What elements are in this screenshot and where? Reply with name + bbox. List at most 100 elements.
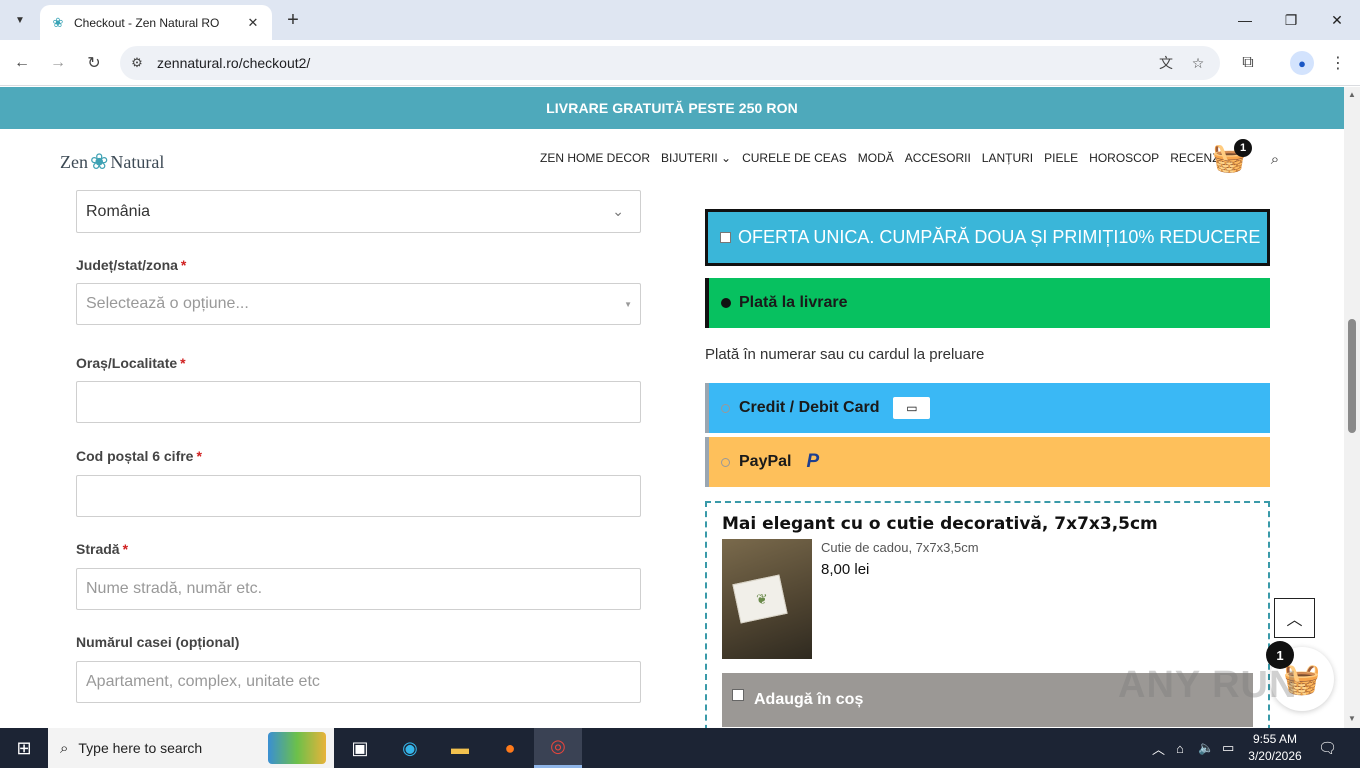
payment-option-paypal[interactable]: PayPal P: [705, 437, 1270, 487]
site-logo[interactable]: Zen ❀ Natural: [60, 147, 164, 177]
payment-option-cod[interactable]: Plată la livrare: [705, 278, 1270, 328]
restore-icon[interactable]: ❐: [1278, 8, 1304, 32]
city-label: Oraș/Localitate *: [76, 355, 186, 371]
street-label: Stradă *: [76, 541, 128, 557]
browser-toolbar: ← → ↻ ⚙ zennatural.ro/checkout2/ 文 ☆ ⧉ ●…: [0, 40, 1360, 86]
translate-icon[interactable]: 文: [1156, 54, 1176, 72]
back-arrow-icon[interactable]: ←: [10, 51, 34, 75]
browser-menu-icon[interactable]: ⋮: [1326, 51, 1350, 75]
edge-icon[interactable]: ◉: [386, 728, 434, 768]
menu-item-horoscop[interactable]: HOROSCOP: [1089, 151, 1159, 165]
logo-text-left: Zen: [60, 151, 88, 172]
menu-item-curele-de-ceas[interactable]: CURELE DE CEAS: [742, 151, 847, 165]
zip-label-text: Cod poștal 6 cifre: [76, 448, 194, 464]
county-label: Județ/stat/zona *: [76, 257, 186, 273]
dropdown-arrow-icon: ▼: [624, 300, 632, 309]
volume-icon[interactable]: 🔈: [1198, 728, 1214, 768]
logo-text-right: Natural: [110, 151, 165, 172]
cod-label: Plată la livrare: [739, 294, 848, 311]
country-select[interactable]: România ⌄: [76, 190, 641, 233]
add-to-cart-label: Adaugă în coș: [754, 691, 864, 708]
tab-search-chevron-icon[interactable]: ▼: [8, 8, 32, 32]
menu-item-moda[interactable]: MODĂ: [858, 151, 894, 165]
browser-tab[interactable]: ❀ Checkout - Zen Natural RO ✕: [40, 5, 272, 40]
menu-item-zen-home-decor[interactable]: ZEN HOME DECOR: [540, 151, 650, 165]
new-tab-button[interactable]: +: [282, 9, 304, 31]
cod-description: Plată în numerar sau cu cardul la prelua…: [705, 346, 985, 363]
site-info-icon[interactable]: ⚙: [128, 54, 146, 72]
search-highlight-image: [268, 732, 326, 764]
radio-selected[interactable]: [721, 298, 731, 308]
credit-card-icon: ▭: [893, 397, 931, 419]
show-hidden-icons-chevron-icon[interactable]: ︿: [1152, 728, 1165, 768]
offer-text: OFERTA UNICA. CUMPĂRĂ DOUA ȘI PRIMIȚI10%…: [738, 227, 1261, 247]
chevron-down-icon: ⌄: [612, 203, 624, 219]
minimize-icon[interactable]: —: [1232, 8, 1258, 32]
forward-arrow-icon[interactable]: →: [46, 51, 70, 75]
street-label-text: Stradă: [76, 541, 120, 557]
zip-input[interactable]: [76, 475, 641, 517]
announcement-bar: LIVRARE GRATUITĂ PESTE 250 RON: [0, 87, 1344, 129]
main-menu: ZEN HOME DECOR BIJUTERII ⌄ CURELE DE CEA…: [540, 151, 1252, 165]
menu-item-bijuterii[interactable]: BIJUTERII ⌄: [661, 151, 731, 165]
scroll-up-icon[interactable]: ▲: [1348, 90, 1356, 99]
extensions-icon[interactable]: ⧉: [1236, 51, 1260, 75]
search-icon[interactable]: ⌕: [1266, 150, 1284, 168]
reload-icon[interactable]: ↻: [82, 51, 106, 75]
address-bar[interactable]: ⚙ zennatural.ro/checkout2/ 文 ☆: [120, 46, 1220, 80]
menu-item-lanturi[interactable]: LANȚURI: [982, 151, 1033, 165]
browser-tab-bar: ▼ ❀ Checkout - Zen Natural RO ✕ + — ❐ ✕: [0, 0, 1360, 40]
web-page: LIVRARE GRATUITĂ PESTE 250 RON Zen ❀ Nat…: [0, 87, 1344, 728]
required-mark: *: [196, 448, 202, 464]
required-mark: *: [180, 257, 187, 273]
menu-item-piele[interactable]: PIELE: [1044, 151, 1078, 165]
house-input[interactable]: Apartament, complex, unitate etc: [76, 661, 641, 703]
zip-label: Cod poștal 6 cifre *: [76, 448, 202, 464]
offer-box[interactable]: OFERTA UNICA. CUMPĂRĂ DOUA ȘI PRIMIȚI10%…: [705, 209, 1270, 266]
tab-close-icon[interactable]: ✕: [244, 14, 262, 32]
network-status-icon[interactable]: ⌂: [1176, 728, 1184, 768]
paypal-logo-icon: P: [806, 451, 820, 472]
search-icon: ⌕: [60, 739, 69, 757]
task-view-icon[interactable]: ▣: [336, 728, 384, 768]
site-favicon-icon: ❀: [52, 14, 64, 30]
offer-checkbox[interactable]: [720, 232, 731, 243]
watermark: ANY RUN: [1118, 664, 1298, 706]
upsell-title: Mai elegant cu o cutie decorativă, 7x7x3…: [722, 514, 1158, 534]
paypal-label: PayPal: [739, 453, 792, 470]
county-select[interactable]: Selectează o opțiune... ▼: [76, 283, 641, 325]
county-label-text: Județ/stat/zona: [76, 257, 178, 273]
street-placeholder: Nume stradă, număr etc.: [86, 580, 263, 597]
bookmark-star-icon[interactable]: ☆: [1188, 54, 1208, 72]
radio-unselected[interactable]: [721, 403, 730, 413]
clock-date: 3/20/2026: [1248, 749, 1302, 763]
windows-start-icon[interactable]: ⊞: [0, 728, 48, 768]
menu-item-accesorii[interactable]: ACCESORII: [905, 151, 971, 165]
close-window-icon[interactable]: ✕: [1324, 8, 1350, 32]
payment-option-card[interactable]: Credit / Debit Card ▭: [705, 383, 1270, 433]
radio-unselected[interactable]: [721, 457, 730, 467]
taskbar-search[interactable]: ⌕ Type here to search: [48, 728, 334, 768]
display-icon[interactable]: ▭: [1222, 728, 1234, 768]
notifications-icon[interactable]: 🗨: [1318, 728, 1337, 768]
url-text[interactable]: zennatural.ro/checkout2/: [157, 55, 310, 71]
firefox-icon[interactable]: ●: [486, 728, 534, 768]
chrome-icon[interactable]: ◎: [534, 728, 582, 768]
profile-avatar-icon[interactable]: ●: [1290, 51, 1314, 75]
page-scrollbar[interactable]: ▲ ▼: [1344, 87, 1360, 728]
back-to-top-chevron-icon[interactable]: ︿: [1274, 598, 1315, 638]
add-to-cart-checkbox[interactable]: [732, 689, 744, 701]
taskbar-search-placeholder: Type here to search: [78, 740, 203, 756]
lotus-logo-icon: ❀: [89, 149, 109, 174]
scroll-thumb[interactable]: [1348, 319, 1356, 433]
taskbar-clock[interactable]: 9:55 AM 3/20/2026: [1248, 731, 1302, 765]
cart-count-badge: 1: [1234, 139, 1252, 157]
street-input[interactable]: Nume stradă, număr etc.: [76, 568, 641, 610]
file-explorer-icon[interactable]: ▬: [436, 728, 484, 768]
windows-taskbar: ⊞ ⌕ Type here to search ▣ ◉ ▬ ● ◎ ︿ ⌂ 🔈 …: [0, 728, 1360, 768]
scroll-down-icon[interactable]: ▼: [1348, 714, 1356, 723]
tab-title: Checkout - Zen Natural RO: [74, 15, 220, 30]
house-label: Numărul casei (opțional): [76, 634, 240, 650]
city-input[interactable]: [76, 381, 641, 423]
county-placeholder: Selectează o opțiune...: [86, 295, 249, 312]
